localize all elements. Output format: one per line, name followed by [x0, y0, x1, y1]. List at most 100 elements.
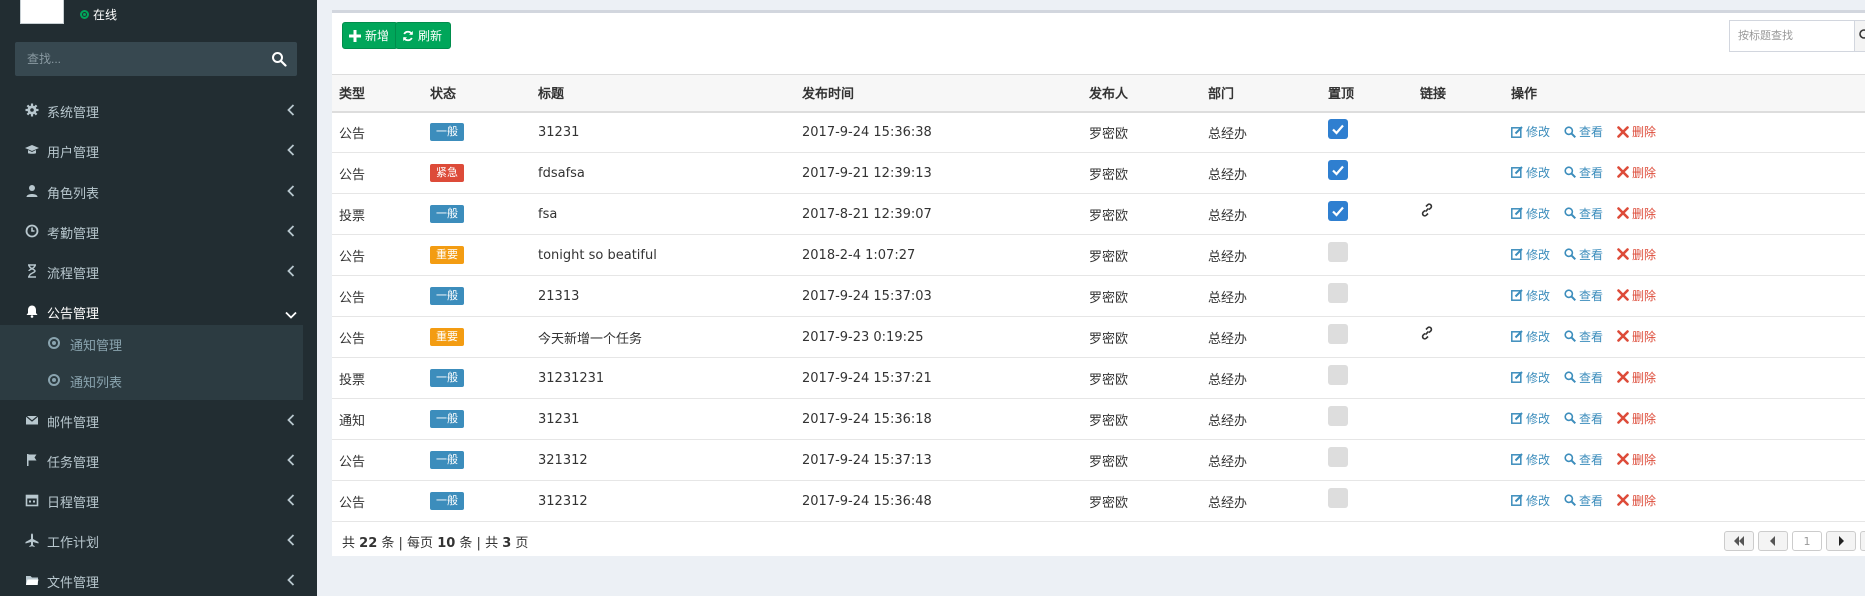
sidebar-item-7[interactable]: 任务管理	[0, 440, 317, 480]
sidebar-item-1[interactable]: 用户管理	[0, 130, 317, 170]
col-link[interactable]: 链接	[1413, 75, 1504, 112]
delete-button[interactable]: 删除	[1617, 164, 1656, 181]
link-icon[interactable]	[1420, 326, 1434, 340]
pinned-checkbox[interactable]	[1328, 201, 1348, 221]
edit-button[interactable]: 修改	[1511, 123, 1550, 140]
col-publish-time[interactable]: 发布时间	[795, 75, 1082, 112]
title-search	[1729, 20, 1865, 52]
delete-button[interactable]: 删除	[1617, 328, 1656, 345]
cell-link	[1413, 481, 1504, 522]
table-row: 公告 一般 21313 2017-9-24 15:37:03 罗密欧 总经办 修改 查看 删除	[332, 276, 1865, 317]
edit-label: 修改	[1526, 247, 1551, 262]
first-page-button[interactable]	[1724, 531, 1754, 551]
sidebar-subitem-notice-list[interactable]: 通知列表	[0, 363, 303, 399]
edit-button[interactable]: 修改	[1511, 410, 1550, 427]
cell-department: 总经办	[1208, 372, 1248, 388]
pinned-checkbox[interactable]	[1328, 488, 1348, 508]
avatar[interactable]	[20, 0, 64, 24]
view-button[interactable]: 查看	[1564, 123, 1603, 140]
edit-button[interactable]: 修改	[1511, 246, 1550, 263]
col-type[interactable]: 类型	[332, 75, 423, 112]
total-count: 22	[359, 536, 378, 551]
view-button[interactable]: 查看	[1564, 410, 1603, 427]
search-icon	[1564, 453, 1577, 466]
sidebar-item-10[interactable]: 文件管理	[0, 560, 317, 596]
pinned-checkbox[interactable]	[1328, 160, 1348, 180]
delete-button[interactable]: 删除	[1617, 205, 1656, 222]
refresh-button[interactable]: 刷新	[395, 22, 452, 49]
sidebar-item-0[interactable]: 系统管理	[0, 90, 317, 130]
cell-pinned	[1321, 481, 1413, 522]
title-search-button[interactable]	[1854, 21, 1865, 51]
view-button[interactable]: 查看	[1564, 451, 1603, 468]
search-icon[interactable]	[271, 51, 287, 67]
delete-button[interactable]: 删除	[1617, 246, 1656, 263]
sidebar-item-2[interactable]: 角色列表	[0, 171, 317, 211]
edit-button[interactable]: 修改	[1511, 328, 1550, 345]
cell-actions: 修改 查看 删除	[1504, 235, 1865, 276]
pinned-checkbox[interactable]	[1328, 324, 1348, 344]
edit-label: 修改	[1526, 165, 1551, 180]
col-title[interactable]: 标题	[531, 75, 795, 112]
cell-pinned	[1321, 153, 1413, 194]
sidebar-item-3[interactable]: 考勤管理	[0, 211, 317, 251]
current-page[interactable]: 1	[1792, 531, 1822, 551]
delete-button[interactable]: 删除	[1617, 410, 1656, 427]
cell-publisher: 罗密欧	[1089, 331, 1129, 347]
cell-link	[1413, 235, 1504, 276]
delete-button[interactable]: 删除	[1617, 369, 1656, 386]
prev-page-button[interactable]	[1758, 531, 1788, 551]
status-badge: 一般	[430, 287, 464, 305]
delete-button[interactable]: 删除	[1617, 287, 1656, 304]
pinned-checkbox[interactable]	[1328, 119, 1348, 140]
sidebar-item-label: 流程管理	[47, 267, 100, 282]
sidebar-item-8[interactable]: 日程管理	[0, 480, 317, 520]
sidebar-subitem-notice-manage[interactable]: 通知管理	[0, 326, 303, 362]
view-button[interactable]: 查看	[1564, 246, 1603, 263]
delete-button[interactable]: 删除	[1617, 123, 1656, 140]
col-status[interactable]: 状态	[423, 75, 531, 112]
sidebar-item-9[interactable]: 工作计划	[0, 520, 317, 560]
col-pinned[interactable]: 置顶	[1321, 75, 1413, 112]
edit-label: 修改	[1526, 125, 1551, 139]
view-button[interactable]: 查看	[1564, 205, 1603, 222]
sidebar-item-6[interactable]: 邮件管理	[0, 400, 317, 440]
delete-button[interactable]: 删除	[1617, 492, 1656, 509]
view-button[interactable]: 查看	[1564, 328, 1603, 345]
edit-button[interactable]: 修改	[1511, 369, 1550, 386]
pinned-checkbox[interactable]	[1328, 447, 1348, 467]
pinned-checkbox[interactable]	[1328, 242, 1348, 262]
view-button[interactable]: 查看	[1564, 369, 1603, 386]
cell-actions: 修改 查看 删除	[1504, 358, 1865, 399]
view-button[interactable]: 查看	[1564, 492, 1603, 509]
cell-link	[1413, 112, 1504, 153]
pinned-checkbox[interactable]	[1328, 406, 1348, 426]
cell-publisher: 罗密欧	[1089, 495, 1129, 511]
cell-time: 2017-9-24 15:36:38	[802, 124, 932, 140]
view-button[interactable]: 查看	[1564, 287, 1603, 304]
delete-label: 删除	[1632, 370, 1657, 385]
sidebar-item-4[interactable]: 流程管理	[0, 251, 317, 291]
col-department[interactable]: 部门	[1201, 75, 1321, 112]
next-page-button[interactable]	[1826, 531, 1856, 551]
cell-publisher: 罗密欧	[1089, 372, 1129, 388]
pinned-checkbox[interactable]	[1328, 365, 1348, 385]
edit-button[interactable]: 修改	[1511, 164, 1550, 181]
delete-button[interactable]: 删除	[1617, 451, 1656, 468]
table-row: 投票 一般 fsa 2017-8-21 12:39:07 罗密欧 总经办 修改 查看 删除	[332, 194, 1865, 235]
col-publisher[interactable]: 发布人	[1082, 75, 1201, 112]
cell-publisher: 罗密欧	[1089, 167, 1129, 183]
edit-button[interactable]: 修改	[1511, 205, 1550, 222]
view-button[interactable]: 查看	[1564, 164, 1603, 181]
close-icon	[1617, 330, 1629, 343]
link-icon[interactable]	[1420, 203, 1434, 217]
edit-button[interactable]: 修改	[1511, 492, 1550, 509]
title-search-input[interactable]	[1730, 21, 1850, 51]
cell-type: 公告	[339, 126, 366, 142]
pinned-checkbox[interactable]	[1328, 283, 1348, 303]
add-button[interactable]: 新增	[342, 22, 399, 49]
sidebar-search-input[interactable]	[15, 42, 255, 76]
last-page-button[interactable]	[1860, 531, 1865, 551]
edit-button[interactable]: 修改	[1511, 287, 1550, 304]
edit-button[interactable]: 修改	[1511, 451, 1550, 468]
